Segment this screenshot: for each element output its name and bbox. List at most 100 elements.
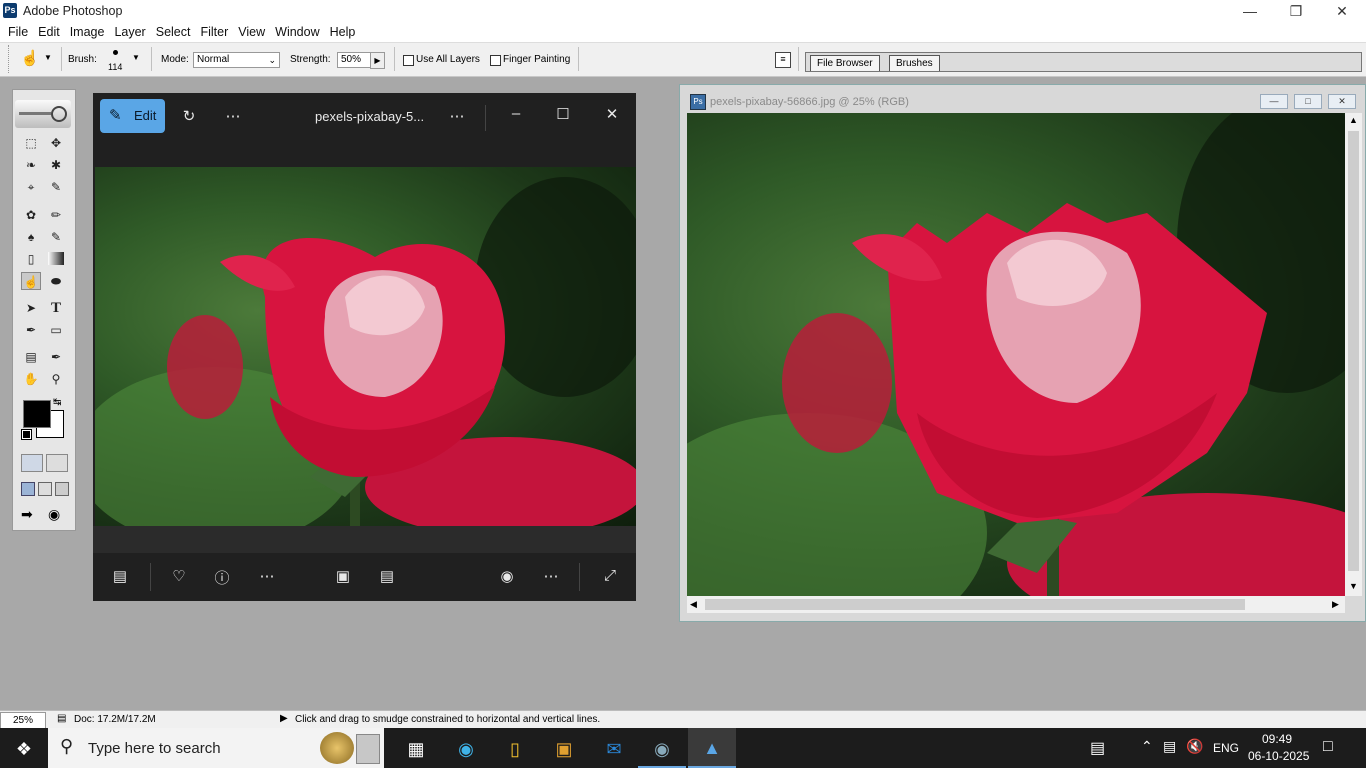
tab-file-browser[interactable]: File Browser [810,55,880,71]
full-screen-mode-icon[interactable] [55,482,69,496]
options-grip[interactable] [8,45,13,73]
smudge-tool-preset-icon[interactable]: ☝ [20,49,40,69]
more-options-icon[interactable]: ⋯ [537,567,565,585]
status-menu-arrow-icon[interactable]: ▶ [280,713,288,724]
quick-mask-mode-icon[interactable] [46,454,68,472]
strength-input[interactable]: 50% [337,52,372,68]
use-all-layers-checkbox[interactable] [403,55,414,66]
toolbox-header-logo-icon[interactable] [15,100,71,128]
notes-tool-icon[interactable]: ▤ [21,348,41,366]
rotate-icon[interactable]: ↻ [175,107,203,125]
language-indicator[interactable]: ENG [1213,741,1239,755]
close-icon[interactable]: ✕ [598,105,626,123]
eyedropper-tool-icon[interactable]: ✒ [46,348,66,366]
move-tool-icon[interactable]: ✥ [46,134,66,152]
search-highlight-medal-icon[interactable] [320,732,354,764]
slice-tool-icon[interactable]: ✎ [46,178,66,196]
menu-help[interactable]: Help [325,22,361,42]
crop-tool-icon[interactable]: ⌖ [21,178,41,196]
minimize-icon[interactable]: – [502,105,530,122]
vertical-scrollbar[interactable]: ▲ ▼ [1345,113,1362,596]
mode-select[interactable]: Normal ⌄ [193,52,280,68]
fit-to-window-icon[interactable]: ◉ [493,567,521,585]
notifications-icon[interactable]: □ [1323,738,1333,756]
minimize-icon[interactable]: — [1260,94,1288,109]
more-options-icon[interactable]: ⋯ [443,107,471,125]
clock-date[interactable]: 06-10-2025 [1248,749,1309,763]
healing-brush-tool-icon[interactable]: ✿ [21,206,41,224]
full-screen-expand-icon[interactable]: ⤢ [596,567,624,584]
hand-tool-icon[interactable]: ✋ [21,370,41,388]
brush-tip-icon[interactable] [113,50,118,55]
photos-app-taskbar-icon[interactable]: ▲ [688,728,736,768]
horizontal-scrollbar[interactable]: ◀ ▶ [687,596,1345,613]
volume-muted-icon[interactable]: 🔇 [1186,738,1203,755]
shape-tool-icon[interactable]: ▭ [46,321,66,339]
file-explorer-icon[interactable]: ▯ [491,734,539,764]
scroll-right-icon[interactable]: ▶ [1332,599,1339,610]
minimize-icon[interactable]: — [1227,0,1273,22]
scrollbar-thumb[interactable] [1348,131,1359,571]
path-selection-tool-icon[interactable]: ➤ [21,299,41,317]
jump-to-imageready-icon[interactable]: ➡ [21,506,43,524]
eraser-tool-icon[interactable]: ▯ [21,250,41,268]
magic-wand-tool-icon[interactable]: ✱ [46,156,66,174]
marquee-tool-icon[interactable]: ⬚ [21,134,41,152]
strength-slider-arrow-icon[interactable]: ▶ [370,52,385,69]
task-view-icon[interactable]: ▦ [392,734,440,764]
scrollbar-thumb[interactable] [705,599,1245,610]
gradient-tool-icon[interactable] [48,252,64,265]
edit-button[interactable]: ✎ Edit [100,99,165,133]
document-canvas[interactable] [687,113,1345,596]
foreground-color-swatch[interactable] [23,400,51,428]
menu-filter[interactable]: Filter [195,22,233,42]
clone-stamp-tool-icon[interactable]: ♠ [21,228,41,246]
maximize-icon[interactable]: ☐ [549,105,577,123]
menu-view[interactable]: View [233,22,270,42]
imageready-icon[interactable]: ◉ [48,506,70,524]
brush-dropdown-icon[interactable]: ▼ [132,53,140,62]
lasso-tool-icon[interactable]: ❧ [21,156,41,174]
type-tool-icon[interactable]: T [46,299,66,317]
menu-layer[interactable]: Layer [109,22,150,42]
swap-colors-icon[interactable]: ↹ [53,397,61,408]
menu-select[interactable]: Select [151,22,196,42]
more-options-icon[interactable]: ⋯ [253,567,281,585]
menu-image[interactable]: Image [65,22,110,42]
close-icon[interactable]: ✕ [1319,0,1365,22]
search-highlight-card-icon[interactable] [356,734,380,764]
restore-icon[interactable]: ❐ [1273,0,1319,22]
info-icon[interactable]: ⓘ [208,567,236,588]
scroll-down-icon[interactable]: ▼ [1349,581,1358,591]
photoshop-taskbar-icon[interactable]: ◉ [638,734,686,768]
favorite-heart-icon[interactable]: ♡ [165,567,193,585]
pen-tool-icon[interactable]: ✒ [21,321,41,339]
more-options-icon[interactable]: ⋯ [219,107,247,125]
filmstrip-icon[interactable]: ▤ [106,567,134,585]
palette-menu-icon[interactable]: ≡ [775,52,791,68]
standard-screen-mode-icon[interactable] [21,482,35,496]
scroll-left-icon[interactable]: ◀ [690,599,697,610]
default-colors-icon[interactable] [21,429,32,440]
maximize-icon[interactable]: □ [1294,94,1322,109]
zoom-field[interactable]: 25% [0,712,46,729]
show-hidden-icons-icon[interactable]: ⌃ [1141,738,1153,755]
dodge-tool-icon[interactable]: ⬬ [46,272,66,290]
windows-start-icon[interactable]: ❖ [0,734,48,764]
brush-tool-icon[interactable]: ✏ [46,206,66,224]
tab-brushes[interactable]: Brushes [889,55,940,71]
text-scan-icon[interactable]: ▤ [373,567,401,585]
close-icon[interactable]: ✕ [1328,94,1356,109]
preset-dropdown-icon[interactable]: ▼ [44,53,52,62]
network-icon[interactable]: ▤ [1163,738,1176,755]
menu-file[interactable]: File [3,22,33,42]
microsoft-store-icon[interactable]: ▣ [540,734,588,764]
finger-painting-checkbox[interactable] [490,55,501,66]
mail-icon[interactable]: ✉ [590,734,638,764]
scroll-up-icon[interactable]: ▲ [1349,115,1358,125]
menu-edit[interactable]: Edit [33,22,65,42]
zoom-tool-icon[interactable]: ⚲ [46,370,66,388]
full-screen-menu-mode-icon[interactable] [38,482,52,496]
edge-browser-icon[interactable]: ◉ [442,734,490,764]
history-brush-tool-icon[interactable]: ✎ [46,228,66,246]
